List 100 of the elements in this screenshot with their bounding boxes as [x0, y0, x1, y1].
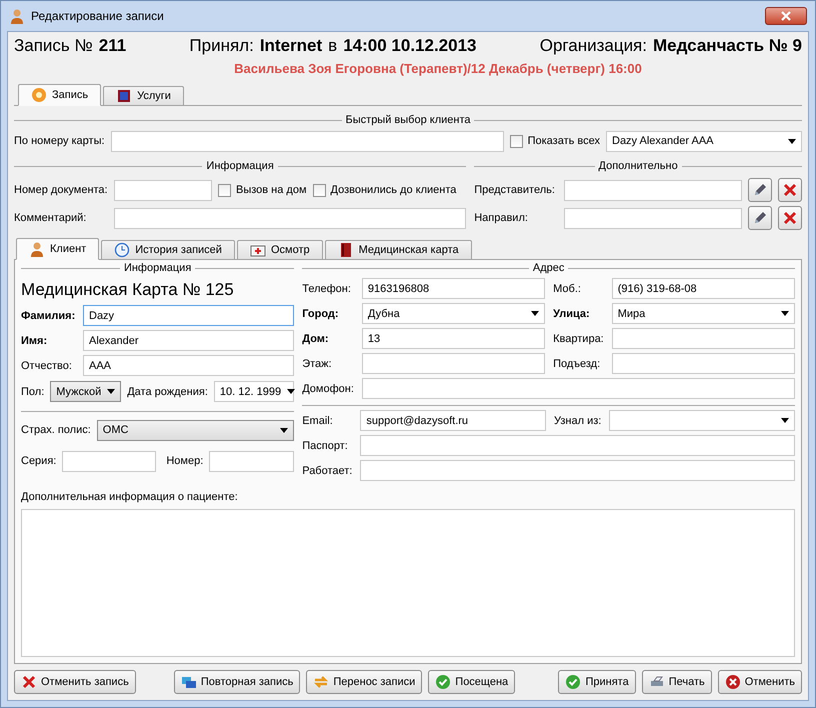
input-field[interactable]: 9163196808 — [362, 278, 546, 299]
organization-label: Организация: — [540, 36, 647, 56]
input-field[interactable] — [362, 378, 795, 399]
dropdown[interactable]: Дубна — [362, 303, 546, 324]
tab[interactable]: Медицинская карта — [324, 240, 472, 260]
user-icon — [9, 8, 25, 24]
field-label: По номеру карты: — [14, 135, 105, 147]
input-field[interactable] — [209, 450, 294, 472]
group-title: Информация — [124, 262, 192, 274]
input-field[interactable]: 13 — [362, 328, 546, 349]
field-label: Комментарий: — [14, 212, 88, 224]
field-label: Имя: — [21, 334, 48, 346]
field-label: Узнал из: — [554, 414, 602, 426]
swap-arrows-icon — [313, 674, 330, 690]
input-field[interactable]: support@dazysoft.ru — [360, 410, 546, 431]
input-field[interactable] — [612, 353, 795, 374]
check-icon — [565, 674, 582, 690]
field-label: Улица: — [553, 308, 591, 320]
field-label: Город: — [302, 308, 340, 320]
tab[interactable]: Осмотр — [236, 240, 323, 260]
close-button[interactable] — [765, 7, 807, 25]
input-field[interactable] — [612, 328, 795, 349]
accepted-label: Принял: — [189, 36, 254, 56]
action-button[interactable]: Посещена — [428, 670, 516, 694]
input-field[interactable] — [114, 180, 212, 200]
tab[interactable]: Услуги — [103, 86, 184, 106]
cancel-icon — [724, 674, 741, 690]
stack-icon — [180, 674, 197, 690]
caret-icon — [781, 418, 789, 423]
group-title: Быстрый выбор клиента — [346, 114, 470, 126]
field-label: Страх. полис: — [21, 424, 91, 436]
dropdown[interactable]: ОМС — [96, 420, 294, 440]
delete-icon — [782, 210, 798, 226]
tab[interactable]: История записей — [101, 240, 235, 260]
input-field[interactable] — [110, 130, 504, 152]
delete-icon — [782, 182, 798, 198]
field-label: Телефон: — [302, 282, 352, 294]
caret-icon — [531, 311, 540, 316]
dropdown[interactable]: Мира — [612, 303, 795, 324]
input-field[interactable]: AAA — [83, 355, 294, 376]
delete-button[interactable] — [778, 206, 802, 230]
cross-icon — [21, 674, 37, 690]
notes-field[interactable] — [21, 509, 795, 657]
checkbox[interactable]: Дозвонились до клиента — [312, 184, 456, 196]
input-field[interactable]: Alexander — [83, 330, 294, 351]
window-title: Редактирование записи — [31, 9, 165, 23]
group-title: Адрес — [532, 262, 564, 274]
caret-icon — [287, 389, 296, 394]
date-picker[interactable]: 10. 12. 1999 — [214, 381, 294, 402]
action-button[interactable]: Перенос записи — [306, 670, 422, 694]
field-label: Домофон: — [302, 382, 354, 394]
organization-name: Медсанчасть № 9 — [653, 36, 802, 56]
field-label: Моб.: — [553, 282, 582, 294]
dropdown[interactable]: Мужской — [50, 381, 122, 402]
pen-icon — [752, 182, 768, 198]
input-field[interactable] — [564, 180, 742, 200]
notes-label: Дополнительная информация о пациенте: — [21, 491, 239, 503]
action-button[interactable]: Печать — [642, 670, 712, 694]
close-icon — [781, 11, 791, 21]
input-field[interactable]: Dazy — [83, 305, 294, 326]
field-label: Работает: — [302, 464, 352, 476]
clock-icon — [114, 242, 130, 258]
input-field[interactable] — [114, 208, 466, 228]
edit-button[interactable] — [748, 178, 772, 202]
accepted-time: 14:00 10.12.2013 — [343, 36, 476, 56]
action-button[interactable]: Принята — [558, 670, 636, 694]
check-icon — [435, 674, 452, 690]
action-button[interactable]: Отменить — [718, 670, 802, 694]
field-label: Представитель: — [474, 184, 556, 196]
field-label: Направил: — [474, 212, 529, 224]
field-label: Серия: — [21, 455, 56, 467]
tab[interactable]: Запись — [18, 84, 102, 106]
dropdown[interactable]: Dazy Alexander AAA — [606, 130, 802, 152]
record-number: 211 — [98, 36, 126, 56]
input-field[interactable] — [362, 353, 546, 374]
field-label: Номер документа: — [14, 184, 108, 196]
field-label: Подъезд: — [553, 358, 602, 370]
dropdown[interactable] — [609, 410, 795, 431]
input-field[interactable] — [360, 460, 795, 481]
checkbox[interactable]: Показать всех — [510, 134, 600, 148]
field-label: Email: — [302, 414, 334, 426]
accepted-by: Internet — [260, 36, 322, 56]
field-label: Этаж: — [302, 358, 333, 370]
field-label: Квартира: — [553, 332, 604, 344]
input-field[interactable] — [564, 208, 742, 228]
tab[interactable]: Клиент — [16, 238, 100, 260]
action-button[interactable]: Отменить запись — [14, 670, 136, 694]
field-label: Дом: — [302, 332, 330, 344]
input-field[interactable] — [360, 435, 795, 456]
input-field[interactable]: (916) 319-68-08 — [612, 278, 795, 299]
action-button[interactable]: Повторная запись — [174, 670, 300, 694]
delete-button[interactable] — [778, 178, 802, 202]
edit-button[interactable] — [748, 206, 772, 230]
record-label: Запись № — [14, 36, 93, 56]
at-word: в — [328, 36, 338, 56]
input-field[interactable] — [62, 450, 156, 472]
checkbox[interactable]: Вызов на дом — [218, 184, 307, 196]
field-label: Номер: — [166, 455, 204, 467]
card-title: Медицинская Карта № 125 — [21, 280, 235, 300]
field-label: Фамилия: — [21, 310, 76, 322]
